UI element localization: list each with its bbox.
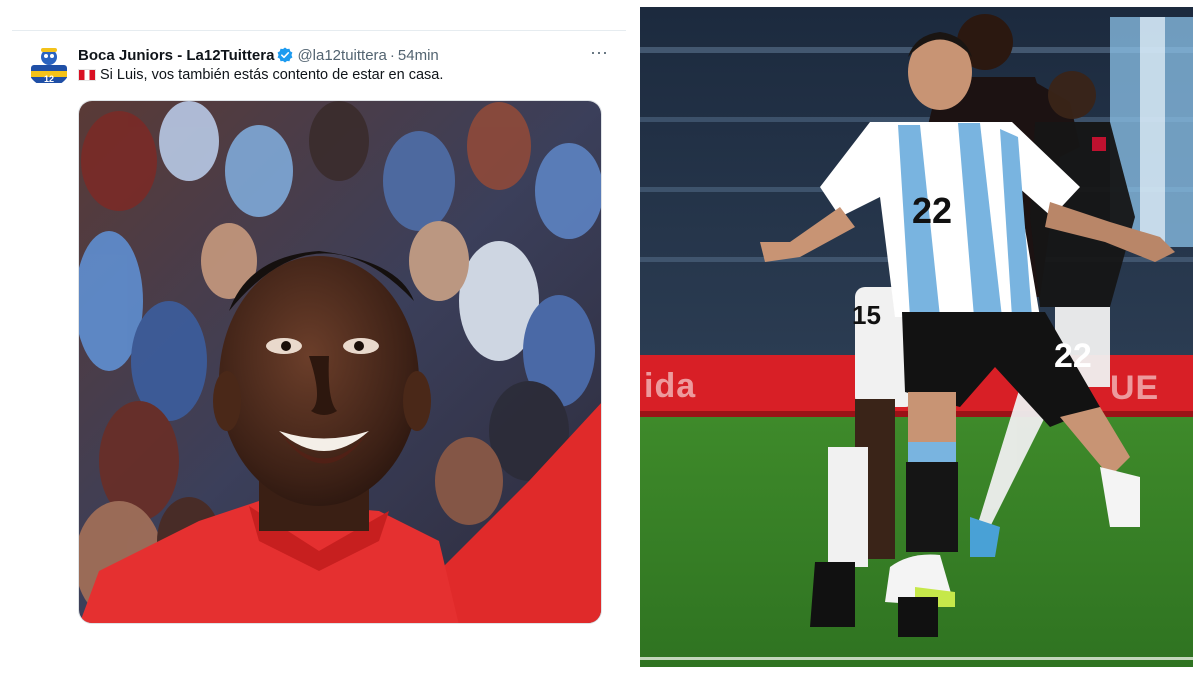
- author-handle[interactable]: @la12tuittera: [297, 47, 386, 64]
- tweet-header: Boca Juniors - La12Tuittera @la12tuitter…: [78, 45, 612, 65]
- more-options-button[interactable]: ···: [586, 43, 612, 65]
- front-player-shirt-number: 22: [912, 190, 953, 231]
- author-name[interactable]: Boca Juniors - La12Tuittera: [78, 47, 274, 64]
- tweet-timestamp[interactable]: 54min: [398, 47, 439, 64]
- tweet-image[interactable]: [78, 100, 602, 624]
- smiling-player-image: [79, 101, 601, 623]
- separator-dot: ·: [389, 46, 395, 64]
- svg-text:12: 12: [44, 74, 54, 84]
- football-match-image: [640, 7, 1193, 667]
- back-player-shorts-number: 15: [852, 300, 881, 330]
- tweet-card[interactable]: 12 Boca Juniors - La12Tuittera @la12tuit…: [12, 30, 626, 634]
- ad-board-left-text: ida: [644, 367, 697, 405]
- tweet-text-line: Si Luis, vos también estás contento de e…: [78, 67, 606, 83]
- avatar-mascot-icon: 12: [27, 43, 71, 87]
- front-player-shorts-number: 22: [1054, 337, 1092, 375]
- verified-badge-icon: [277, 47, 293, 63]
- match-photo[interactable]: ida UE 22 22 15: [640, 7, 1193, 667]
- tweet-text: Si Luis, vos también estás contento de e…: [100, 67, 444, 83]
- ad-board-right-text: UE: [1110, 369, 1160, 407]
- avatar[interactable]: 12: [27, 43, 71, 87]
- peru-flag-icon: [78, 69, 96, 81]
